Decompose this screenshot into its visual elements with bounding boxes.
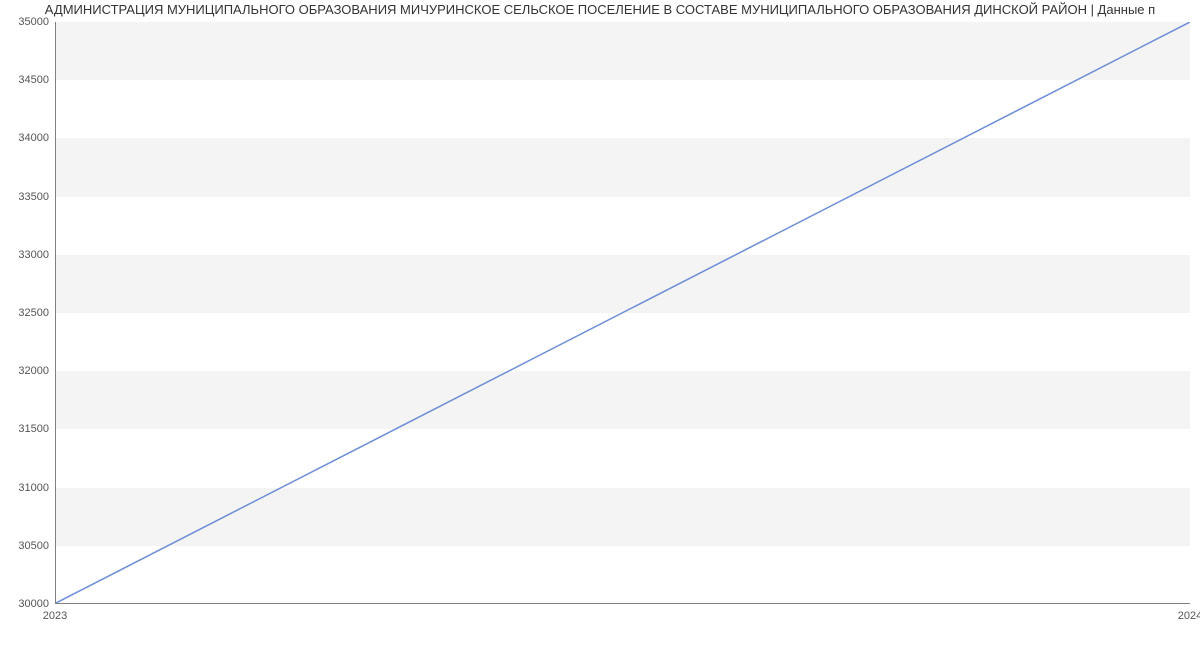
y-tick-label: 31000 [0,482,55,494]
y-tick-label: 33500 [0,191,55,203]
y-tick-label: 34500 [0,74,55,86]
chart-title: АДМИНИСТРАЦИЯ МУНИЦИПАЛЬНОГО ОБРАЗОВАНИЯ… [0,0,1200,17]
data-line [56,22,1190,603]
y-tick-label: 30500 [0,540,55,552]
plot-area [55,22,1190,604]
chart-area: 30000 30500 31000 31500 32000 32500 33000 33500… [0,22,1200,632]
y-tick-label: 35000 [0,16,55,28]
y-tick-label: 32500 [0,307,55,319]
x-tick-label: 2024 [1178,610,1200,622]
x-tick-label: 2023 [43,610,67,622]
y-tick-label: 31500 [0,423,55,435]
y-tick-label: 32000 [0,365,55,377]
y-tick-label: 30000 [0,598,55,610]
y-tick-label: 33000 [0,249,55,261]
y-tick-label: 34000 [0,132,55,144]
